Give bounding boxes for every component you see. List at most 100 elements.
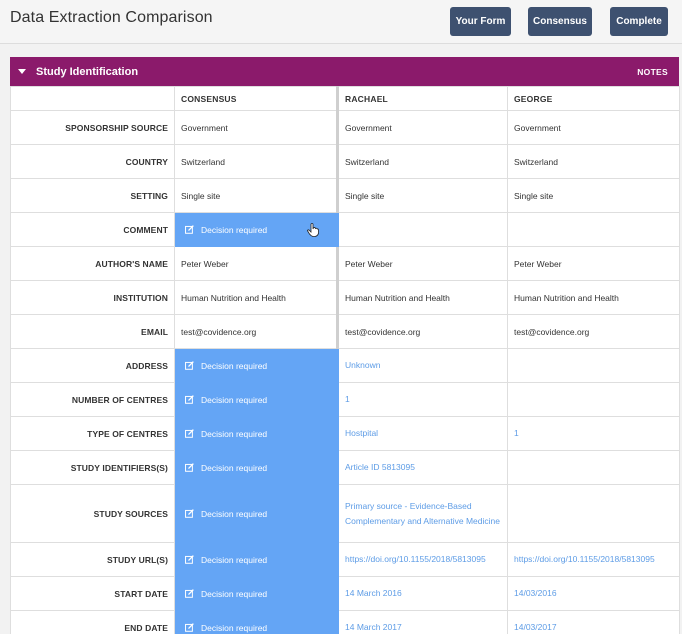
george-value[interactable] <box>507 484 680 543</box>
rachael-value[interactable]: Article ID 5813095 <box>337 450 508 485</box>
george-value[interactable]: https://doi.org/10.1155/2018/5813095 <box>507 542 680 577</box>
rachael-value: test@covidence.org <box>337 314 508 349</box>
row-label: SPONSORSHIP SOURCE <box>10 110 175 145</box>
george-value[interactable] <box>507 212 680 247</box>
george-value[interactable]: 14/03/2017 <box>507 610 680 634</box>
rachael-value: Switzerland <box>337 144 508 179</box>
table-row: COMMENT Decision required <box>10 212 680 247</box>
decision-required-button[interactable]: Decision required <box>174 348 339 383</box>
section-header-study-identification[interactable]: Study Identification NOTES <box>10 57 679 86</box>
table-row: STUDY IDENTIFIERS(S) Decision required Art… <box>10 450 680 485</box>
decision-label: Decision required <box>201 428 268 439</box>
your-form-button[interactable]: Your Form <box>450 7 511 36</box>
george-value: Switzerland <box>507 144 680 179</box>
rachael-value: Single site <box>337 178 508 213</box>
column-header-consensus: CONSENSUS <box>174 86 339 111</box>
edit-icon <box>185 225 194 234</box>
row-label: STUDY URL(S) <box>10 542 175 577</box>
comparison-table: CONSENSUS RACHAEL GEORGE SPONSORSHIP SOU… <box>10 86 680 634</box>
rachael-value[interactable]: 14 March 2017 <box>337 610 508 634</box>
table-row: SPONSORSHIP SOURCE Government Government Go… <box>10 110 680 145</box>
notes-button[interactable]: NOTES <box>637 67 668 77</box>
decision-label: Decision required <box>201 360 268 371</box>
table-row: END DATE Decision required 14 March 2017 14… <box>10 610 680 634</box>
rachael-value[interactable] <box>337 212 508 247</box>
row-label: COUNTRY <box>10 144 175 179</box>
rachael-value[interactable]: 14 March 2016 <box>337 576 508 611</box>
george-value: Peter Weber <box>507 246 680 281</box>
edit-icon <box>185 623 194 632</box>
table-row: SETTING Single site Single site Single site <box>10 178 680 213</box>
rachael-value: Government <box>337 110 508 145</box>
complete-button[interactable]: Complete <box>610 7 668 36</box>
page-title: Data Extraction Comparison <box>10 9 213 26</box>
decision-required-button[interactable]: Decision required <box>174 382 339 417</box>
column-header-rachael: RACHAEL <box>337 86 508 111</box>
consensus-value[interactable]: test@covidence.org <box>174 314 339 349</box>
top-bar: Data Extraction Comparison Your Form Con… <box>0 0 682 44</box>
table-row: INSTITUTION Human Nutrition and Health Hum… <box>10 280 680 315</box>
caret-down-icon[interactable] <box>18 69 26 74</box>
table-header-row: CONSENSUS RACHAEL GEORGE <box>10 86 680 111</box>
row-label: INSTITUTION <box>10 280 175 315</box>
rachael-value: Human Nutrition and Health <box>337 280 508 315</box>
rachael-value[interactable]: Primary source - Evidence-Based Compleme… <box>337 484 508 543</box>
row-label: NUMBER OF CENTRES <box>10 382 175 417</box>
george-value[interactable]: 14/03/2016 <box>507 576 680 611</box>
george-value: Single site <box>507 178 680 213</box>
table-row: NUMBER OF CENTRES Decision required 1 <box>10 382 680 417</box>
table-row: START DATE Decision required 14 March 2016… <box>10 576 680 611</box>
row-label: TYPE OF CENTRES <box>10 416 175 451</box>
row-label: COMMENT <box>10 212 175 247</box>
decision-required-button[interactable]: Decision required <box>174 576 339 611</box>
table-row: EMAIL test@covidence.org test@covidence.or… <box>10 314 680 349</box>
table-row: TYPE OF CENTRES Decision required Hostpita… <box>10 416 680 451</box>
decision-required-button[interactable]: Decision required <box>174 450 339 485</box>
decision-label: Decision required <box>201 554 268 565</box>
row-label: EMAIL <box>10 314 175 349</box>
decision-required-button[interactable]: Decision required <box>174 212 339 247</box>
edit-icon <box>185 555 194 564</box>
pointer-hand-icon <box>307 222 319 239</box>
row-label: STUDY IDENTIFIERS(S) <box>10 450 175 485</box>
decision-label: Decision required <box>201 394 268 405</box>
table-row: ADDRESS Decision required Unknown <box>10 348 680 383</box>
row-label: SETTING <box>10 178 175 213</box>
consensus-value[interactable]: Peter Weber <box>174 246 339 281</box>
edit-icon <box>185 361 194 370</box>
consensus-value[interactable]: Switzerland <box>174 144 339 179</box>
consensus-value[interactable]: Human Nutrition and Health <box>174 280 339 315</box>
decision-label: Decision required <box>201 462 268 473</box>
rachael-value[interactable]: Unknown <box>337 348 508 383</box>
decision-required-button[interactable]: Decision required <box>174 610 339 634</box>
george-value: Human Nutrition and Health <box>507 280 680 315</box>
rachael-value[interactable]: Hostpital <box>337 416 508 451</box>
decision-label: Decision required <box>201 622 268 633</box>
george-value[interactable] <box>507 348 680 383</box>
row-label: ADDRESS <box>10 348 175 383</box>
edit-icon <box>185 509 194 518</box>
edit-icon <box>185 395 194 404</box>
table-row: STUDY SOURCES Decision required Primary so… <box>10 484 680 543</box>
edit-icon <box>185 429 194 438</box>
row-label: END DATE <box>10 610 175 634</box>
rachael-value: Peter Weber <box>337 246 508 281</box>
decision-label: Decision required <box>201 508 268 519</box>
table-row: COUNTRY Switzerland Switzerland Switzerland <box>10 144 680 179</box>
consensus-value[interactable]: Government <box>174 110 339 145</box>
rachael-value[interactable]: https://doi.org/10.1155/2018/5813095 <box>337 542 508 577</box>
decision-required-button[interactable]: Decision required <box>174 542 339 577</box>
decision-required-button[interactable]: Decision required <box>174 484 339 543</box>
consensus-value[interactable]: Single site <box>174 178 339 213</box>
consensus-button[interactable]: Consensus <box>528 7 592 36</box>
rachael-value[interactable]: 1 <box>337 382 508 417</box>
george-value[interactable]: 1 <box>507 416 680 451</box>
row-label: AUTHOR'S NAME <box>10 246 175 281</box>
header-empty <box>10 86 175 111</box>
edit-icon <box>185 589 194 598</box>
george-value[interactable] <box>507 450 680 485</box>
george-value: test@covidence.org <box>507 314 680 349</box>
decision-required-button[interactable]: Decision required <box>174 416 339 451</box>
george-value[interactable] <box>507 382 680 417</box>
column-header-george: GEORGE <box>507 86 680 111</box>
